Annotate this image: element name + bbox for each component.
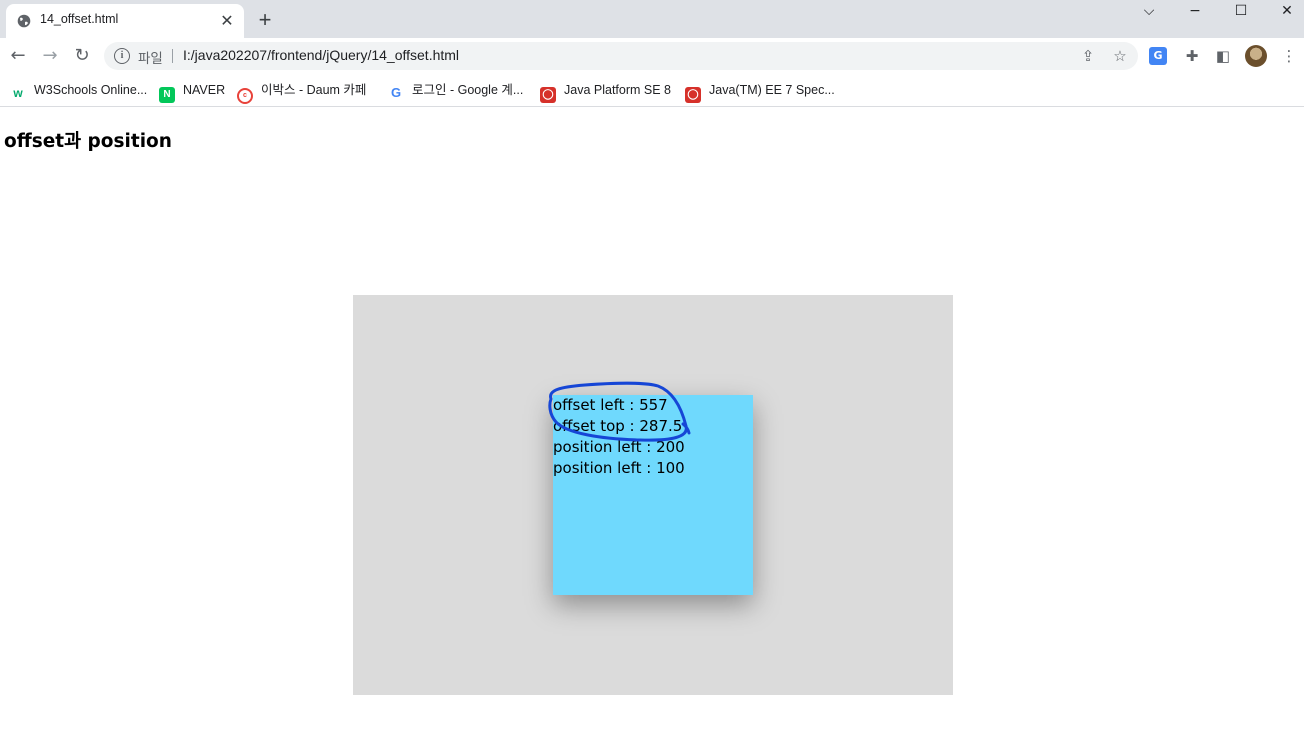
bookmark-label: Java Platform SE 8	[564, 83, 671, 97]
extensions-puzzle-icon[interactable]: ✚	[1181, 45, 1203, 67]
bookmark-w3schools[interactable]: w W3Schools Online...	[10, 80, 147, 100]
info-icon[interactable]: i	[114, 48, 130, 64]
profile-avatar[interactable]	[1245, 45, 1267, 67]
daum-cafe-icon: c	[237, 88, 253, 104]
new-tab-button[interactable]: +	[254, 9, 276, 31]
bookmark-star-icon[interactable]: ☆	[1111, 47, 1129, 65]
more-menu-icon[interactable]: ⋮	[1278, 45, 1300, 67]
tab-title: 14_offset.html	[40, 12, 119, 26]
page-title: offset과 position	[4, 131, 172, 152]
forward-button[interactable]: →	[36, 42, 64, 70]
bookmark-label: W3Schools Online...	[34, 83, 148, 97]
oracle-icon: ◯	[685, 87, 701, 103]
scheme-label: 파일	[138, 51, 163, 66]
tab-strip: 14_offset.html ✕ + ⌵ − ☐ ✕	[0, 0, 1304, 38]
minimize-button[interactable]: −	[1172, 0, 1218, 24]
globe-icon	[17, 14, 31, 28]
bookmark-label: 로그인 - Google 계...	[412, 83, 524, 97]
tab-close-icon[interactable]: ✕	[218, 12, 236, 30]
bookmark-daum-cafe[interactable]: c 이박스 - Daum 카페	[237, 80, 367, 104]
back-button[interactable]: ←	[4, 42, 32, 70]
bookmark-google-login[interactable]: G 로그인 - Google 계...	[388, 80, 523, 100]
bookmark-naver[interactable]: N NAVER	[159, 80, 226, 103]
position-top-readout: position left : 100	[553, 459, 685, 477]
oracle-icon: ◯	[540, 87, 556, 103]
offset-left-readout: offset left : 557	[553, 396, 668, 414]
outer-container: offset left : 557 offset top : 287.5 pos…	[353, 295, 953, 695]
offset-top-readout: offset top : 287.5	[553, 417, 683, 435]
side-panel-icon[interactable]: ◧	[1212, 45, 1234, 67]
address-bar[interactable]: i 파일 I:/java202207/frontend/jQuery/14_of…	[104, 42, 1138, 70]
bookmark-label: Java(TM) EE 7 Spec...	[709, 83, 835, 97]
bookmark-java-se8[interactable]: ◯ Java Platform SE 8	[540, 80, 671, 103]
browser-tab[interactable]: 14_offset.html ✕	[6, 4, 244, 38]
share-icon[interactable]: ⇪	[1079, 47, 1097, 65]
naver-icon: N	[159, 87, 175, 103]
translate-extension-icon[interactable]: G	[1149, 47, 1167, 65]
positioned-box: offset left : 557 offset top : 287.5 pos…	[553, 395, 753, 595]
address-separator	[172, 49, 173, 63]
bookmarks-bar: w W3Schools Online... N NAVER c 이박스 - Daum …	[0, 74, 1304, 107]
position-left-readout: position left : 200	[553, 438, 685, 456]
reload-button[interactable]: ↻	[68, 42, 96, 70]
maximize-button[interactable]: ☐	[1218, 0, 1264, 24]
browser-toolbar: ← → ↻ i 파일 I:/java202207/frontend/jQuery…	[0, 38, 1304, 74]
bookmark-label: 이박스 - Daum 카페	[261, 83, 367, 97]
w3schools-icon: w	[13, 86, 23, 100]
google-icon: G	[390, 85, 402, 100]
url-text[interactable]: I:/java202207/frontend/jQuery/14_offset.…	[183, 47, 459, 63]
bookmark-label: NAVER	[183, 83, 226, 97]
tab-search-chevron-icon[interactable]: ⌵	[1126, 0, 1172, 24]
bookmark-java-ee7[interactable]: ◯ Java(TM) EE 7 Spec...	[685, 80, 835, 103]
close-window-button[interactable]: ✕	[1264, 0, 1304, 24]
